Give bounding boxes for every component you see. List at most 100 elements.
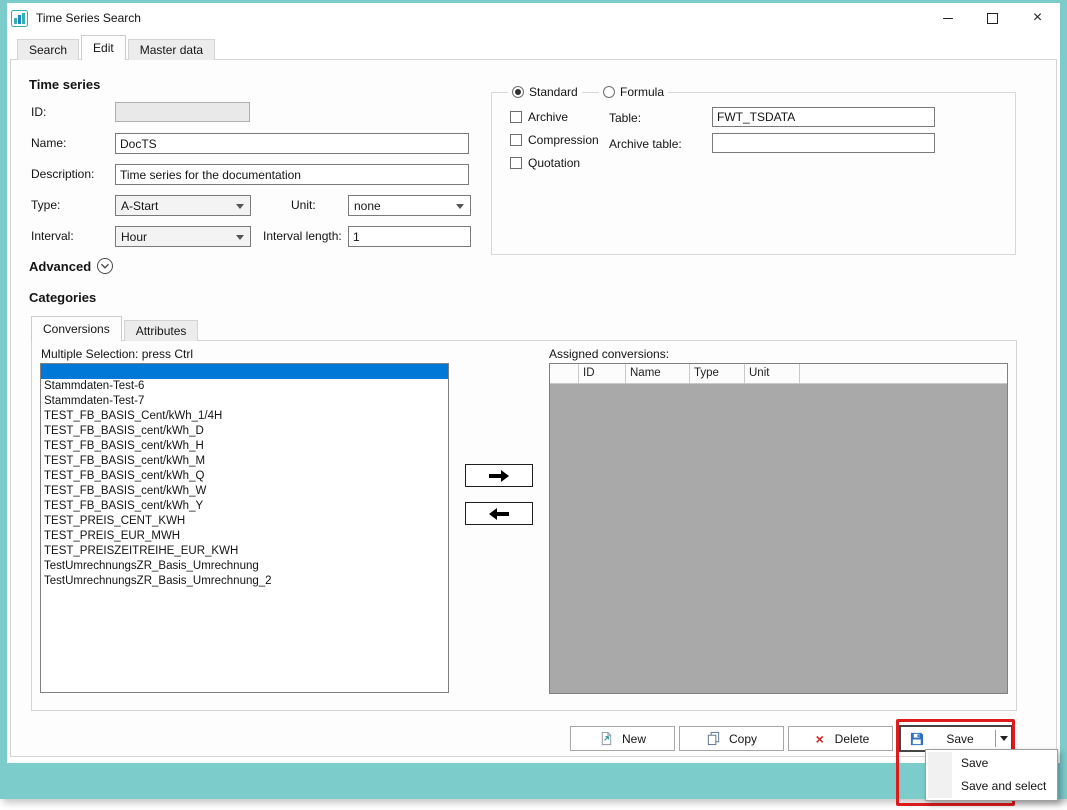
edit-tab-page: Time series ID: Name: Description: Type:…: [10, 59, 1057, 757]
window-title: Time Series Search: [36, 11, 141, 25]
checkbox-archive-label: Archive: [528, 110, 568, 124]
list-item[interactable]: [41, 364, 448, 379]
chevron-down-circle-icon: [96, 257, 114, 275]
assigned-conversions-table[interactable]: ID Name Type Unit: [549, 363, 1008, 694]
new-button[interactable]: New: [570, 726, 675, 751]
table-field[interactable]: [712, 107, 935, 127]
unit-select[interactable]: none: [348, 195, 471, 216]
checkbox-icon: [510, 111, 522, 123]
time-series-section-title: Time series: [29, 77, 100, 92]
save-dropdown-arrow[interactable]: [996, 736, 1011, 741]
chevron-down-icon: [236, 235, 244, 240]
list-item[interactable]: TEST_FB_BASIS_Cent/kWh_1/4H: [41, 409, 448, 424]
move-left-button[interactable]: [465, 502, 533, 525]
table-header-row: ID Name Type Unit: [550, 364, 1007, 384]
list-item[interactable]: TEST_PREIS_EUR_MWH: [41, 529, 448, 544]
tab-master-data[interactable]: Master data: [128, 39, 215, 60]
menu-item-save-and-select[interactable]: Save and select: [926, 775, 1057, 798]
copy-button-label: Copy: [729, 732, 757, 746]
close-icon: ×: [1033, 10, 1042, 26]
menu-item-save[interactable]: Save: [926, 752, 1057, 775]
table-empty-body: [550, 384, 1007, 693]
copy-button[interactable]: Copy: [679, 726, 784, 751]
advanced-toggle[interactable]: Advanced: [29, 257, 114, 275]
minimize-button[interactable]: [925, 3, 970, 33]
available-conversions-list[interactable]: Stammdaten-Test-6 Stammdaten-Test-7 TEST…: [40, 363, 449, 693]
table-header-unit: Unit: [745, 364, 800, 384]
tab-edit[interactable]: Edit: [81, 35, 126, 60]
radio-standard[interactable]: Standard: [508, 84, 582, 100]
chevron-down-icon: [456, 204, 464, 209]
table-header-type: Type: [690, 364, 745, 384]
copy-icon: [706, 731, 722, 747]
archive-table-field[interactable]: [712, 133, 935, 153]
list-item[interactable]: Stammdaten-Test-6: [41, 379, 448, 394]
id-field[interactable]: [115, 102, 250, 122]
unit-label: Unit:: [291, 198, 316, 212]
list-item[interactable]: TEST_FB_BASIS_cent/kWh_H: [41, 439, 448, 454]
save-menu: Save Save and select: [925, 749, 1058, 801]
list-item[interactable]: TEST_FB_BASIS_cent/kWh_W: [41, 484, 448, 499]
new-document-icon: [599, 731, 615, 747]
radio-standard-label: Standard: [529, 85, 578, 99]
tab-attributes[interactable]: Attributes: [124, 320, 199, 341]
list-item[interactable]: TEST_FB_BASIS_cent/kWh_D: [41, 424, 448, 439]
radio-unchecked-icon: [603, 86, 615, 98]
delete-x-icon: ×: [812, 731, 828, 747]
list-item[interactable]: TestUmrechnungsZR_Basis_Umrechnung_2: [41, 574, 448, 589]
list-item[interactable]: TEST_FB_BASIS_cent/kWh_M: [41, 454, 448, 469]
conversions-panel: Multiple Selection: press Ctrl Stammdate…: [31, 340, 1017, 711]
type-select-value: A-Start: [121, 199, 158, 213]
titlebar: Time Series Search ×: [7, 3, 1060, 33]
new-button-label: New: [622, 732, 646, 746]
main-tab-strip: Search Edit Master data: [17, 35, 217, 60]
save-floppy-icon: [909, 731, 925, 747]
table-header-name: Name: [626, 364, 690, 384]
list-item[interactable]: TEST_PREISZEITREIHE_EUR_KWH: [41, 544, 448, 559]
advanced-label: Advanced: [29, 259, 91, 274]
chevron-down-icon: [236, 204, 244, 209]
triangle-down-icon: [1000, 736, 1008, 741]
window: Time Series Search × Search Edit Master …: [0, 0, 1067, 799]
table-header-filler: [800, 364, 1007, 384]
checkbox-icon: [510, 134, 522, 146]
type-select[interactable]: A-Start: [115, 195, 251, 216]
assigned-conversions-label: Assigned conversions:: [549, 347, 669, 361]
category-tab-strip: Conversions Attributes: [31, 317, 200, 341]
save-button[interactable]: Save: [899, 725, 1013, 752]
maximize-button[interactable]: [970, 3, 1015, 33]
maximize-icon: [987, 13, 998, 24]
name-field[interactable]: [115, 133, 469, 154]
checkbox-compression-label: Compression: [528, 133, 599, 147]
description-field[interactable]: [115, 164, 469, 185]
list-item[interactable]: TEST_FB_BASIS_cent/kWh_Y: [41, 499, 448, 514]
interval-select[interactable]: Hour: [115, 226, 251, 247]
delete-button[interactable]: × Delete: [788, 726, 893, 751]
move-right-button[interactable]: [465, 464, 533, 487]
tab-conversions[interactable]: Conversions: [31, 316, 122, 341]
name-label: Name:: [31, 136, 66, 150]
checkbox-archive[interactable]: Archive: [510, 110, 568, 124]
multi-selection-hint: Multiple Selection: press Ctrl: [41, 347, 193, 361]
radio-formula[interactable]: Formula: [599, 84, 668, 100]
tab-search[interactable]: Search: [17, 39, 79, 60]
list-item[interactable]: Stammdaten-Test-7: [41, 394, 448, 409]
table-header-selector: [550, 364, 579, 384]
arrow-right-icon: [488, 470, 510, 482]
save-button-label: Save: [925, 732, 995, 746]
interval-length-label: Interval length:: [263, 229, 342, 243]
table-label: Table:: [609, 111, 641, 125]
table-header-id: ID: [579, 364, 626, 384]
type-label: Type:: [31, 198, 60, 212]
list-item[interactable]: TestUmrechnungsZR_Basis_Umrechnung: [41, 559, 448, 574]
checkbox-compression[interactable]: Compression: [510, 133, 599, 147]
checkbox-quotation[interactable]: Quotation: [510, 156, 580, 170]
close-button[interactable]: ×: [1015, 3, 1060, 33]
archive-table-label: Archive table:: [609, 137, 682, 151]
description-label: Description:: [31, 167, 94, 181]
unit-select-value: none: [354, 199, 381, 213]
list-item[interactable]: TEST_FB_BASIS_cent/kWh_Q: [41, 469, 448, 484]
interval-length-field[interactable]: [348, 226, 471, 247]
minimize-icon: [943, 18, 953, 19]
list-item[interactable]: TEST_PREIS_CENT_KWH: [41, 514, 448, 529]
